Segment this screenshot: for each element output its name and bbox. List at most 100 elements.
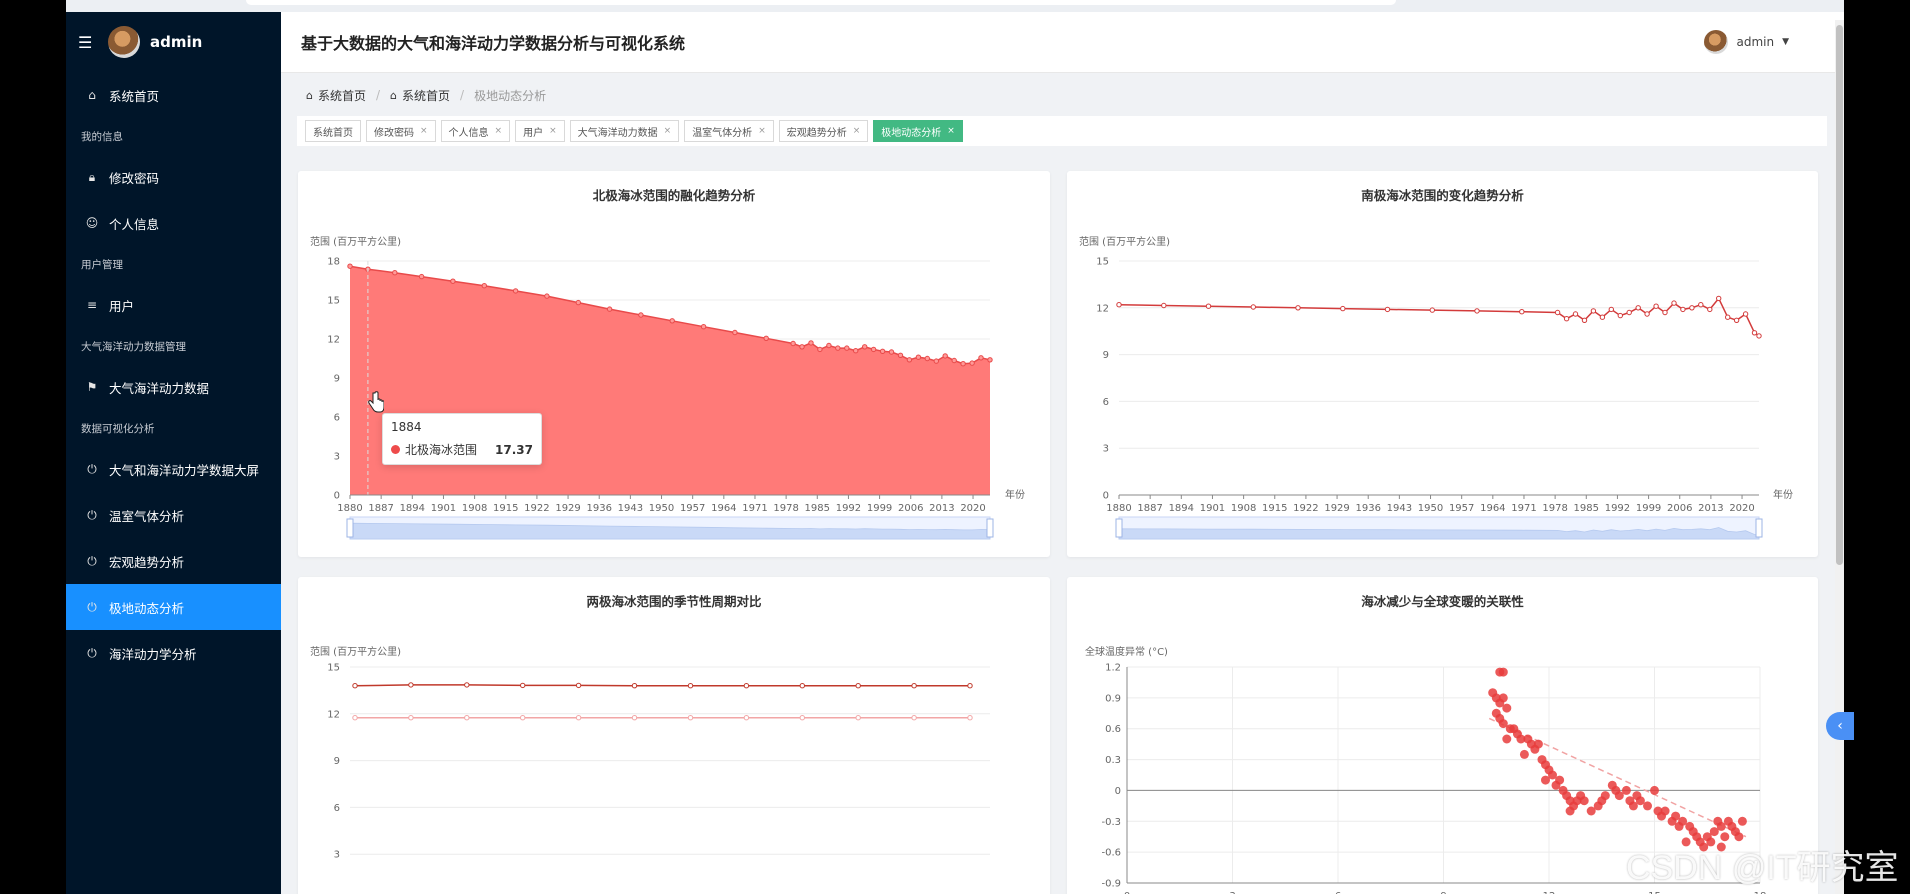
- seasonal-line-chart[interactable]: 范围 (百万平方公里) 3 6 9 12 15: [298, 577, 1050, 894]
- data-point: [575, 682, 582, 689]
- y-tick-label: 3: [334, 850, 340, 861]
- scatter-point: [1502, 734, 1512, 744]
- tag-6[interactable]: 宏观趋势分析 ×: [778, 120, 869, 142]
- chart-tooltip: 1884 北极海冰范围 17.37: [382, 413, 542, 465]
- close-icon[interactable]: ×: [758, 126, 766, 136]
- sidebar-menu: ⌂ 系统首页 我的信息 🔒︎ 修改密码 ☺ 个人信息 用户管理 ≡ 用户 大气海洋动力数据管理 ⚑ 大气…: [66, 72, 281, 676]
- sidebar-item-5[interactable]: ≡ 用户: [66, 282, 281, 328]
- x-tick-label: 1992: [836, 503, 861, 514]
- y-tick-label: 12: [327, 335, 340, 346]
- scatter-point: [1502, 703, 1512, 713]
- address-bar[interactable]: [246, 0, 1396, 5]
- y-tick-label: 15: [1096, 257, 1109, 268]
- data-point: [1590, 308, 1597, 314]
- y-tick-label: 15: [327, 663, 340, 674]
- data-point: [1662, 309, 1668, 316]
- close-icon[interactable]: ×: [420, 126, 428, 136]
- close-icon[interactable]: ×: [853, 126, 861, 136]
- data-point: [352, 683, 358, 689]
- collapse-panel-button[interactable]: ‹: [1826, 712, 1854, 740]
- data-point: [544, 293, 550, 299]
- data-point: [520, 715, 526, 721]
- scatter-point: [1650, 785, 1659, 795]
- tag-1[interactable]: 修改密码 ×: [366, 120, 436, 142]
- x-tick-label: 2013: [1698, 503, 1723, 514]
- scatter-point: [1621, 785, 1631, 795]
- sidebar-item-13[interactable]: ⏻ 海洋动力学分析: [66, 630, 281, 676]
- data-point: [700, 324, 707, 330]
- tooltip-year: 1884: [391, 420, 422, 434]
- tag-label: 用户: [523, 127, 544, 139]
- data-point: [817, 346, 823, 353]
- sidebar-item-2[interactable]: 🔒︎ 修改密码: [66, 154, 281, 200]
- data-point: [855, 683, 861, 689]
- x-tick-label: 1922: [524, 503, 549, 514]
- tag-0[interactable]: 系统首页: [305, 120, 361, 142]
- breadcrumb-home-2[interactable]: ⌂ 系统首页: [390, 87, 450, 104]
- scrollbar-thumb[interactable]: [1836, 25, 1843, 565]
- tag-3[interactable]: 用户 ×: [515, 120, 565, 142]
- data-point: [352, 715, 358, 721]
- y-tick-label: 12: [1096, 303, 1109, 314]
- tag-2[interactable]: 个人信息 ×: [440, 120, 511, 142]
- sidebar-item-11[interactable]: ⏻ 宏观趋势分析: [66, 538, 281, 584]
- header-avatar[interactable]: [1704, 30, 1729, 54]
- sidebar-item-12[interactable]: ⏻ 极地动态分析: [66, 584, 281, 630]
- x-tick-label: 1943: [618, 503, 643, 514]
- data-point: [853, 348, 859, 354]
- data-point: [347, 263, 353, 269]
- y-tick-label: 9: [1103, 350, 1109, 361]
- data-point: [906, 357, 913, 363]
- breadcrumb-home-1[interactable]: ⌂ 系统首页: [306, 87, 366, 104]
- window-edge: [1844, 0, 1910, 894]
- menu-group-label: 用户管理: [81, 258, 123, 271]
- tag-5[interactable]: 温室气体分析 ×: [684, 120, 774, 142]
- menu-group-label: 数据可视化分析: [81, 422, 155, 435]
- breadcrumb: ⌂ 系统首页 / ⌂ 系统首页 / 极地动态分析: [281, 80, 1844, 110]
- data-point: [687, 715, 694, 721]
- x-tick-label: 2013: [929, 503, 954, 514]
- close-icon[interactable]: ×: [664, 126, 672, 136]
- y-tick-label: 12: [327, 709, 340, 720]
- sidebar-item-label: 大气和海洋动力学数据大屏: [109, 462, 260, 478]
- header-username[interactable]: admin: [1736, 35, 1774, 49]
- datazoom-handle-right: [1755, 518, 1763, 538]
- power-icon: ⏻: [87, 507, 97, 522]
- data-point: [1756, 333, 1762, 339]
- arctic-chart-card: 北极海冰范围的融化趋势分析 范围 (百万平方公里) 0 3 6 9 12 15 18 1880 1…: [298, 171, 1050, 557]
- arctic-area-chart[interactable]: 范围 (百万平方公里) 0 3 6 9 12 15 18 1880 1887 1894 1901 190…: [298, 171, 1050, 557]
- tag-7[interactable]: 极地动态分析 ×: [873, 120, 963, 142]
- sidebar-header: ☰ admin: [66, 12, 281, 72]
- data-point: [1751, 330, 1758, 336]
- data-point: [1554, 309, 1561, 316]
- y-axis-label: 范围 (百万平方公里): [1079, 235, 1170, 248]
- data-point: [799, 344, 805, 350]
- caret-down-icon[interactable]: ▼: [1782, 37, 1789, 47]
- close-icon[interactable]: ×: [495, 126, 503, 136]
- sidebar-item-10[interactable]: ⏻ 温室气体分析: [66, 492, 281, 538]
- sidebar-item-9[interactable]: ⏻ 大气和海洋动力学数据大屏: [66, 446, 281, 492]
- data-point: [799, 715, 805, 721]
- close-icon[interactable]: ×: [549, 126, 557, 136]
- y-tick-label: 6: [334, 803, 340, 814]
- x-tick-label: 1908: [1231, 503, 1256, 514]
- x-tick-label: 1971: [1511, 503, 1536, 514]
- data-point: [1608, 306, 1614, 313]
- user-dropdown[interactable]: admin ▼: [1704, 30, 1789, 54]
- antarctic-line-chart[interactable]: 范围 (百万平方公里) 0 3 6 9 12 15 1880 1887 1894 1901 1908 1…: [1067, 171, 1818, 557]
- flag-icon: ⚑: [86, 380, 98, 394]
- sidebar-item-3[interactable]: ☺ 个人信息: [66, 200, 281, 246]
- data-point: [1742, 311, 1749, 317]
- tag-4[interactable]: 大气海洋动力数据 ×: [569, 120, 680, 142]
- close-icon[interactable]: ×: [947, 126, 955, 136]
- x-tick-label: 1985: [1574, 503, 1599, 514]
- menu-toggle-icon[interactable]: ☰: [78, 33, 98, 52]
- scatter-point: [1498, 667, 1508, 677]
- menu-group-label: 我的信息: [81, 130, 123, 143]
- data-point: [942, 353, 948, 359]
- sidebar-item-0[interactable]: ⌂ 系统首页: [66, 72, 281, 118]
- y-tick-label: 1.2: [1105, 663, 1121, 674]
- sidebar-item-7[interactable]: ⚑ 大气海洋动力数据: [66, 364, 281, 410]
- x-tick-label: 1929: [555, 503, 580, 514]
- tooltip-value: 17.37: [495, 442, 533, 457]
